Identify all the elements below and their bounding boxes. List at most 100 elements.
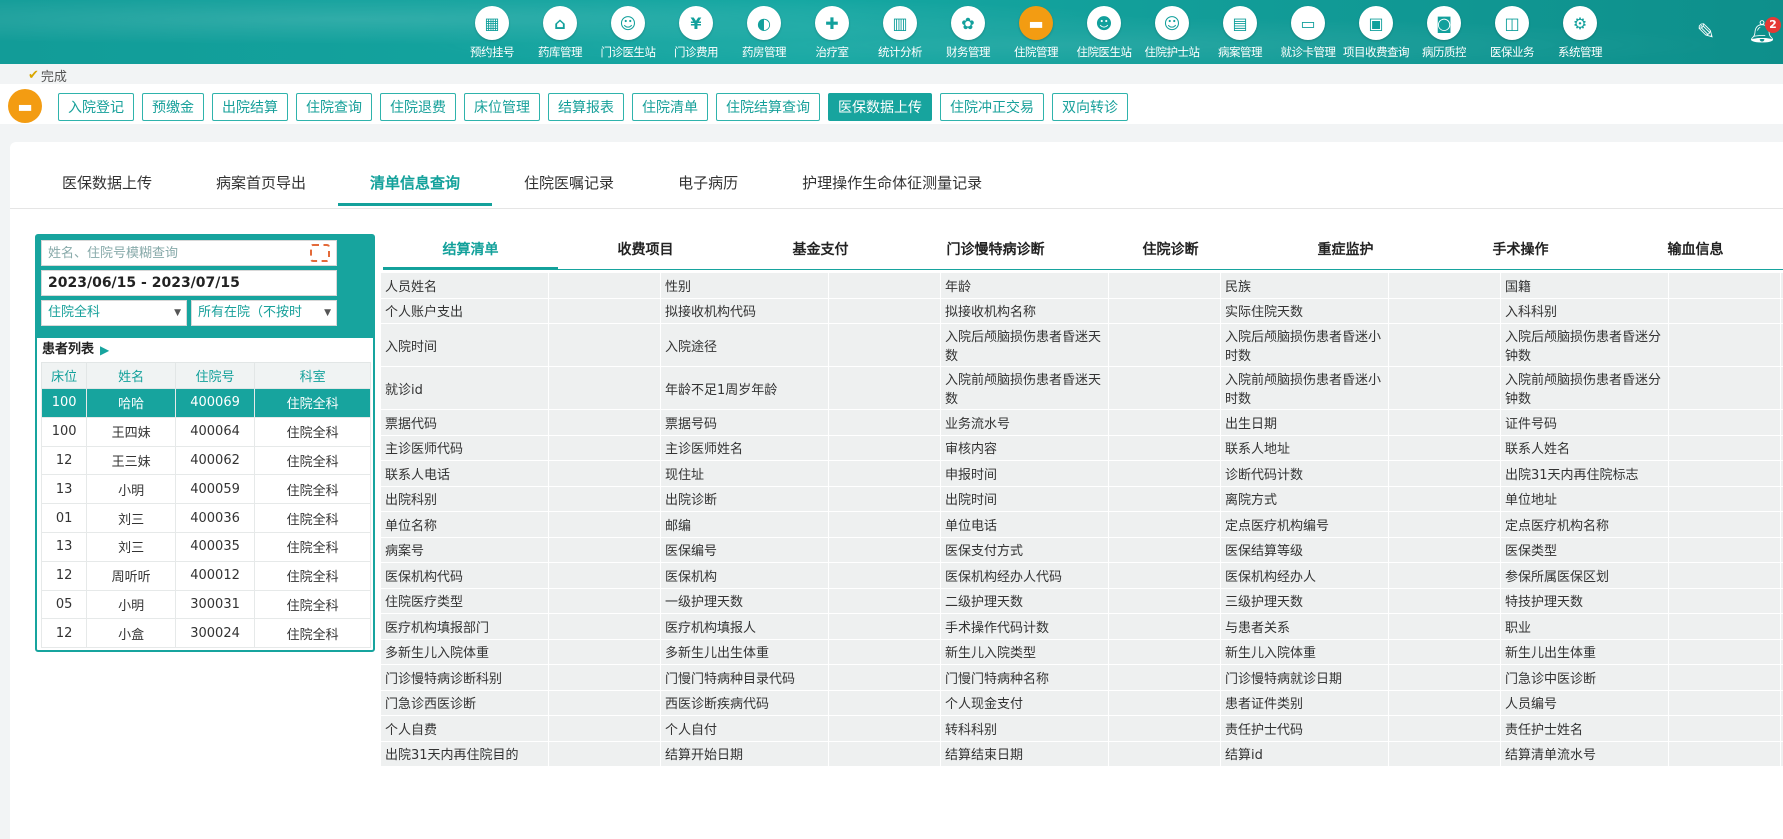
patient-cell: 哈哈 (86, 388, 176, 418)
play-icon[interactable]: ▶ (100, 338, 109, 362)
field-label: 多新生儿入院体重 (381, 639, 549, 664)
field-label: 手术操作代码计数 (941, 614, 1109, 639)
field-value (1109, 461, 1221, 486)
patient-cell: 刘三 (86, 531, 176, 562)
patient-list-title: 患者列表 (42, 342, 95, 357)
field-label: 入院后颅脑损伤患者昏迷天数 (941, 324, 1109, 366)
patient-row[interactable]: 12 小盒 300024 住院全科 (40, 618, 371, 649)
toolbar-button-8[interactable]: 住院结算查询 (716, 93, 820, 121)
main-tab-0[interactable]: 医保数据上传 (30, 162, 184, 204)
field-label: 门诊慢特病就诊日期 (1221, 665, 1389, 690)
nav-item-5[interactable]: ✚ 治疗室 (798, 0, 866, 64)
nav-item-1[interactable]: ⌂ 药库管理 (526, 0, 594, 64)
field-label: 个人自费 (381, 716, 549, 741)
toolbar-button-7[interactable]: 住院清单 (632, 93, 708, 121)
toolbar-button-0[interactable]: 入院登记 (58, 93, 134, 121)
toolbar-button-3[interactable]: 住院查询 (296, 93, 372, 121)
main-tab-2[interactable]: 清单信息查询 (338, 162, 493, 206)
column-header: 住院号 (174, 362, 256, 389)
field-value (1669, 537, 1781, 562)
nav-item-8[interactable]: ▬ 住院管理 (1002, 0, 1070, 64)
main-tab-5[interactable]: 护理操作生命体征测量记录 (770, 162, 1014, 204)
toolbar-button-1[interactable]: 预缴金 (142, 93, 204, 121)
field-value (1109, 588, 1221, 613)
patient-row[interactable]: 12 周听听 400012 住院全科 (40, 560, 371, 591)
nav-item-10[interactable]: ☺ 住院护士站 (1138, 0, 1206, 64)
nav-item-3[interactable]: ¥ 门诊费用 (662, 0, 730, 64)
module-toolbar: ▬ 入院登记 预缴金 出院结算 住院查询 住院退费 床位管理 结算报表 住院清单 住院结算查询医… (0, 84, 1783, 124)
nav-item-13[interactable]: ▣ 项目收费查询 (1342, 0, 1410, 64)
main-panel: 医保数据上传 病案首页导出 清单信息查询 住院医嘱记录 电子病历 护理操作生命体征测量记录… (10, 142, 1783, 839)
field-value (1109, 435, 1221, 460)
toolbar-button-2[interactable]: 出院结算 (212, 93, 288, 121)
nav-item-6[interactable]: ▥ 统计分析 (866, 0, 934, 64)
patient-row[interactable]: 13 刘三 400035 住院全科 (40, 531, 371, 562)
field-label: 多新生儿出生体重 (661, 639, 829, 664)
toolbar-button-4[interactable]: 住院退费 (380, 93, 456, 121)
nav-item-15[interactable]: ◫ 医保业务 (1478, 0, 1546, 64)
field-value (1389, 435, 1501, 460)
nav-item-7[interactable]: ✿ 财务管理 (934, 0, 1002, 64)
patient-cell: 13 (40, 474, 88, 505)
date-range-input[interactable]: 2023/06/15 - 2023/07/15 (41, 270, 337, 296)
patient-cell: 小明 (86, 589, 176, 620)
nav-item-12[interactable]: ▭ 就诊卡管理 (1274, 0, 1342, 64)
field-value (1109, 410, 1221, 435)
main-tabs: 医保数据上传 病案首页导出 清单信息查询 住院医嘱记录 电子病历 护理操作生命体征测量记录 (30, 162, 1014, 206)
field-label: 人员姓名 (381, 273, 549, 298)
field-value (1669, 563, 1781, 588)
field-value (549, 716, 661, 741)
toolbar-button-11[interactable]: 双向转诊 (1052, 93, 1128, 121)
detail-tab-7[interactable]: 输血信息 (1608, 230, 1783, 270)
detail-tab-0[interactable]: 结算清单 (383, 230, 558, 270)
scan-icon[interactable] (310, 244, 330, 262)
nav-item-2[interactable]: ☺ 门诊医生站 (594, 0, 662, 64)
inpatient-status-select[interactable]: 所有在院（不按时 ▼ (191, 300, 337, 326)
field-label: 新生儿出生体重 (1501, 639, 1669, 664)
field-label: 职业 (1501, 614, 1669, 639)
patient-search-input[interactable] (48, 245, 298, 261)
patient-row[interactable]: 12 王三妹 400062 住院全科 (40, 445, 371, 476)
field-label: 票据号码 (661, 410, 829, 435)
field-label: 个人自付 (661, 716, 829, 741)
department-select[interactable]: 住院全科 ▼ (41, 300, 187, 326)
field-label: 医保机构经办人代码 (941, 563, 1109, 588)
nav-item-4[interactable]: ◐ 药房管理 (730, 0, 798, 64)
nav-item-11[interactable]: ▤ 病案管理 (1206, 0, 1274, 64)
field-row: 门诊慢特病诊断科别 门慢门特病种目录代码 门慢门特病种名称 门诊慢特病就诊日期 门急诊中… (381, 665, 1783, 691)
nav-item-label: 项目收费查询 (1343, 45, 1410, 59)
detail-tab-5[interactable]: 重症监护 (1258, 230, 1433, 270)
field-label: 联系人姓名 (1501, 435, 1669, 460)
patient-row[interactable]: 01 刘三 400036 住院全科 (40, 503, 371, 533)
detail-tab-2[interactable]: 基金支付 (733, 230, 908, 270)
patient-row[interactable]: 100 王四妹 400064 住院全科 (40, 416, 371, 447)
notification-bell-icon[interactable]: 🔔︎ 2 (1745, 15, 1781, 49)
field-value (1109, 716, 1221, 741)
main-tab-1[interactable]: 病案首页导出 (184, 162, 338, 204)
field-label: 入院时间 (381, 324, 549, 366)
field-value (829, 690, 941, 715)
patient-row[interactable]: 13 小明 400059 住院全科 (40, 474, 371, 505)
detail-tab-3[interactable]: 门诊慢特病诊断 (908, 230, 1083, 270)
patient-cell: 王三妹 (86, 445, 176, 476)
nav-item-0[interactable]: ▦ 预约挂号 (458, 0, 526, 64)
nav-item-14[interactable]: ◙ 病历质控 (1410, 0, 1478, 64)
toolbar-button-6[interactable]: 结算报表 (548, 93, 624, 121)
detail-tab-6[interactable]: 手术操作 (1433, 230, 1608, 270)
main-tab-3[interactable]: 住院医嘱记录 (492, 162, 646, 204)
field-row: 票据代码 票据号码 业务流水号 出生日期 证件号码 (381, 410, 1783, 436)
patient-row[interactable]: 05 小明 300031 住院全科 (40, 589, 371, 620)
detail-tab-4[interactable]: 住院诊断 (1083, 230, 1258, 270)
patient-row[interactable]: 100 哈哈 400069 住院全科 (40, 388, 371, 418)
toolbar-button-10[interactable]: 住院冲正交易 (940, 93, 1044, 121)
toolbar-button-5[interactable]: 床位管理 (464, 93, 540, 121)
edit-pen-icon[interactable]: ✎ (1691, 17, 1721, 47)
field-label: 申报时间 (941, 461, 1109, 486)
field-label: 住院医疗类型 (381, 588, 549, 613)
toolbar-button-9[interactable]: 医保数据上传 (828, 93, 932, 121)
nav-item-16[interactable]: ⚙ 系统管理 (1546, 0, 1614, 64)
field-label: 与患者关系 (1221, 614, 1389, 639)
main-tab-4[interactable]: 电子病历 (646, 162, 770, 204)
nav-item-9[interactable]: ☻ 住院医生站 (1070, 0, 1138, 64)
detail-tab-1[interactable]: 收费项目 (558, 230, 733, 270)
